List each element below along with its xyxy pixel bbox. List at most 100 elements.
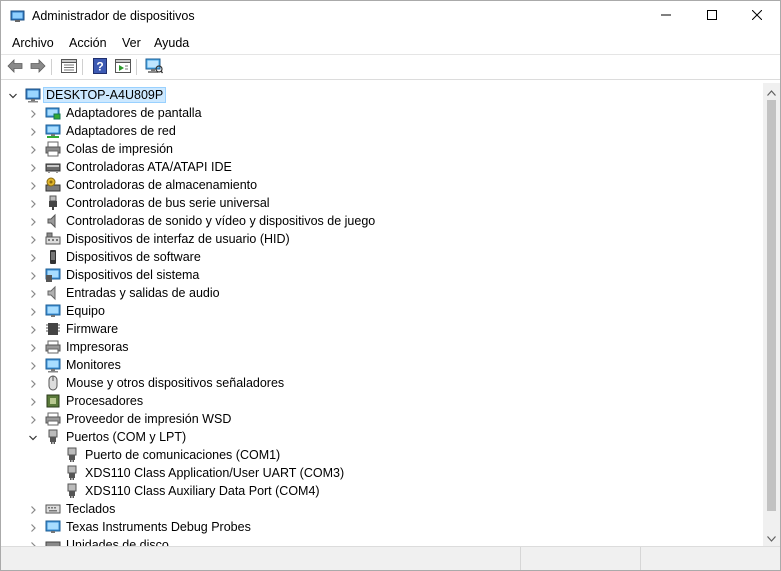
back-arrow-icon [7,58,23,76]
tree-item-label: DESKTOP-A4U809P [43,87,167,103]
chevron-right-icon[interactable] [28,234,38,244]
properties-icon [61,58,77,76]
chevron-up-icon [767,85,776,99]
menu-accion[interactable]: Acción [69,36,107,50]
chevron-right-icon[interactable] [28,360,38,370]
chevron-down-icon[interactable] [28,432,38,442]
tree-item-label: Entradas y salidas de audio [66,286,220,300]
tree-category[interactable]: Dispositivos de software [1,248,763,266]
tree-item-label: XDS110 Class Auxiliary Data Port (COM4) [85,484,320,498]
tree-category[interactable]: Proveedor de impresión WSD [1,410,763,428]
chevron-right-icon[interactable] [28,378,38,388]
maximize-button[interactable] [689,1,735,31]
ide-controller-icon [45,159,61,175]
tree-category[interactable]: Mouse y otros dispositivos señaladores [1,374,763,392]
tree-device[interactable]: Puerto de comunicaciones (COM1) [1,446,763,464]
printer-icon [45,339,61,355]
svg-text:?: ? [96,59,103,73]
print-queue-icon [45,141,61,157]
tree-category[interactable]: Puertos (COM y LPT) [1,428,763,446]
tree-item-label: Mouse y otros dispositivos señaladores [66,376,285,390]
chevron-down-icon[interactable] [8,90,18,100]
tree-category[interactable]: Controladoras de almacenamiento [1,176,763,194]
menu-archivo[interactable]: Archivo [12,36,54,50]
scroll-thumb[interactable] [767,100,776,511]
tree-category[interactable]: Controladoras de sonido y vídeo y dispos… [1,212,763,230]
tree-item-label: Controladoras de almacenamiento [66,178,258,192]
device-tree[interactable]: DESKTOP-A4U809P Adaptadores de pantalla Ad… [1,83,763,546]
chevron-right-icon[interactable] [28,198,38,208]
chevron-right-icon[interactable] [28,216,38,226]
keyboard-icon [45,501,61,517]
tree-item-label: Colas de impresión [66,142,173,156]
title-bar[interactable]: Administrador de dispositivos [1,1,780,31]
tree-category[interactable]: Unidades de disco [1,536,763,546]
minimize-button[interactable] [643,1,689,31]
scroll-up-button[interactable] [763,83,780,100]
properties-button[interactable] [59,57,79,77]
chevron-right-icon[interactable] [28,252,38,262]
chevron-down-icon [767,531,776,545]
scan-hardware-button[interactable] [144,57,164,77]
tree-category[interactable]: Procesadores [1,392,763,410]
chevron-right-icon[interactable] [28,126,38,136]
tree-category[interactable]: Entradas y salidas de audio [1,284,763,302]
tree-device[interactable]: XDS110 Class Application/User UART (COM3… [1,464,763,482]
tree-category[interactable]: Monitores [1,356,763,374]
chevron-right-icon[interactable] [28,414,38,424]
chevron-right-icon[interactable] [28,342,38,352]
tree-category[interactable]: Controladoras ATA/ATAPI IDE [1,158,763,176]
mouse-icon [45,375,61,391]
help-button[interactable]: ? [90,57,110,77]
toolbar-separator [82,59,83,75]
toolbar-separator [51,59,52,75]
tree-item-label: Controladoras ATA/ATAPI IDE [66,160,232,174]
chevron-right-icon[interactable] [28,288,38,298]
tree-category[interactable]: Texas Instruments Debug Probes [1,518,763,536]
menu-ver[interactable]: Ver [122,36,141,50]
back-button[interactable] [5,57,25,77]
chevron-right-icon[interactable] [28,270,38,280]
tree-item-label: Puertos (COM y LPT) [66,430,187,444]
forward-button[interactable] [28,57,48,77]
vertical-scrollbar[interactable] [763,83,780,546]
firmware-icon [45,321,61,337]
computer-icon [25,87,41,103]
tree-category[interactable]: Impresoras [1,338,763,356]
tree-category[interactable]: Firmware [1,320,763,338]
port-icon [64,447,80,463]
tree-item-label: Teclados [66,502,116,516]
menu-ayuda[interactable]: Ayuda [154,36,189,50]
chevron-right-icon[interactable] [28,396,38,406]
chevron-right-icon[interactable] [28,306,38,316]
tree-item-label: Equipo [66,304,105,318]
tree-category[interactable]: Dispositivos del sistema [1,266,763,284]
chevron-right-icon[interactable] [28,144,38,154]
chevron-right-icon[interactable] [28,522,38,532]
tree-root[interactable]: DESKTOP-A4U809P [1,86,763,104]
update-driver-icon [115,58,131,76]
tree-category[interactable]: Controladoras de bus serie universal [1,194,763,212]
hid-icon [45,231,61,247]
scroll-down-button[interactable] [763,529,780,546]
tree-device[interactable]: XDS110 Class Auxiliary Data Port (COM4) [1,482,763,500]
close-button[interactable] [734,1,780,31]
update-driver-button[interactable] [113,57,133,77]
tree-item-label: Unidades de disco [66,538,169,546]
chevron-right-icon[interactable] [28,162,38,172]
chevron-right-icon[interactable] [28,180,38,190]
tree-category[interactable]: Equipo [1,302,763,320]
toolbar: ? [1,55,780,79]
chevron-right-icon[interactable] [28,504,38,514]
tree-category[interactable]: Adaptadores de pantalla [1,104,763,122]
tree-category[interactable]: Colas de impresión [1,140,763,158]
speaker-icon [45,213,61,229]
chevron-right-icon[interactable] [28,108,38,118]
display-adapter-icon [45,105,61,121]
tree-item-label: Firmware [66,322,119,336]
tree-category[interactable]: Adaptadores de red [1,122,763,140]
tree-category[interactable]: Dispositivos de interfaz de usuario (HID… [1,230,763,248]
tree-category[interactable]: Teclados [1,500,763,518]
chevron-right-icon[interactable] [28,324,38,334]
tree-item-label: Dispositivos del sistema [66,268,200,282]
